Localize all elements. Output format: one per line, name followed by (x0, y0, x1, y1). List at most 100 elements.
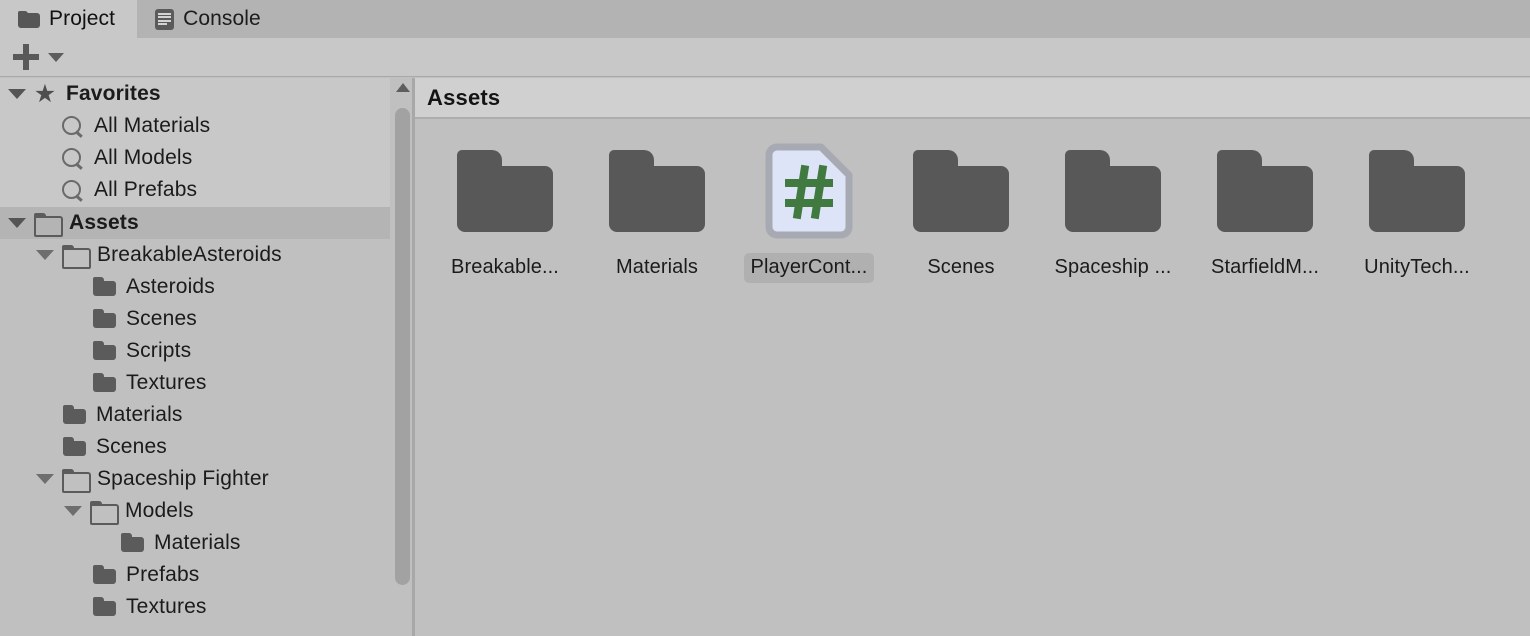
folder-icon (609, 150, 705, 232)
asset-thumbnail (1367, 141, 1467, 241)
search-icon (60, 114, 86, 138)
asset-item-breakableasteroids[interactable]: Breakable... (429, 141, 581, 283)
sidebar-item-label: Textures (126, 371, 207, 394)
asset-grid: Breakable... Materials PlayerCont... Sce… (415, 119, 1530, 283)
sidebar-item-all-models[interactable]: All Models (0, 142, 390, 174)
sidebar-item-label: Prefabs (126, 563, 200, 586)
asset-label: Breakable... (451, 256, 559, 278)
sidebar-item-label: Materials (96, 403, 183, 426)
sidebar-item-all-materials[interactable]: All Materials (0, 110, 390, 142)
asset-label: Scenes (927, 256, 995, 278)
tree-scrollbar[interactable] (392, 78, 414, 636)
chevron-down-icon[interactable] (48, 52, 64, 62)
sidebar-item-label: All Models (94, 146, 193, 169)
asset-item-unitytechnologies[interactable]: UnityTech... (1341, 141, 1493, 283)
sidebar-item-asteroids[interactable]: Asteroids (0, 271, 390, 303)
triangle-down-icon[interactable] (64, 506, 82, 516)
folder-open-icon (33, 212, 63, 237)
project-toolbar (0, 38, 1530, 77)
sidebar-item-label: Asteroids (126, 275, 215, 298)
sidebar-item-all-prefabs[interactable]: All Prefabs (0, 174, 390, 206)
sidebar-item-favorites[interactable]: ★ Favorites (0, 78, 390, 110)
breadcrumb-assets[interactable]: Assets (427, 85, 500, 111)
csharp-script-icon (765, 143, 853, 239)
folder-closed-icon (92, 277, 118, 297)
folder-closed-icon (92, 373, 118, 393)
sidebar-item-breakable-scenes[interactable]: Scenes (0, 303, 390, 335)
triangle-down-icon[interactable] (36, 250, 54, 260)
sidebar-item-materials[interactable]: Materials (0, 399, 390, 431)
asset-item-spaceshipfighter[interactable]: Spaceship ... (1037, 141, 1189, 283)
folder-icon (18, 10, 40, 28)
asset-label: StarfieldM... (1211, 256, 1319, 278)
asset-item-starfieldmaker[interactable]: StarfieldM... (1189, 141, 1341, 283)
folder-open-icon (61, 468, 91, 493)
sidebar-item-label: Assets (69, 211, 139, 234)
asset-item-scenes[interactable]: Scenes (885, 141, 1037, 283)
sidebar-item-breakable-textures[interactable]: Textures (0, 367, 390, 399)
asset-thumbnail (911, 141, 1011, 241)
sidebar-item-models[interactable]: Models (0, 495, 390, 527)
tab-bar: Project Console (0, 0, 1530, 38)
console-icon (155, 8, 175, 30)
sidebar-item-label: Models (125, 499, 194, 522)
sidebar-item-label: Scenes (126, 307, 197, 330)
asset-thumbnail (759, 141, 859, 241)
folder-icon (1217, 150, 1313, 232)
asset-thumbnail (455, 141, 555, 241)
search-icon (60, 178, 86, 202)
sidebar-item-label: All Materials (94, 114, 211, 137)
triangle-down-icon[interactable] (8, 218, 26, 228)
sidebar-item-label: Spaceship Fighter (97, 467, 269, 490)
triangle-down-icon[interactable] (36, 474, 54, 484)
sidebar-item-label: All Prefabs (94, 178, 198, 201)
folder-open-icon (61, 244, 91, 269)
asset-label: PlayerCont... (743, 253, 875, 283)
folder-icon (1065, 150, 1161, 232)
sidebar-item-spaceship-textures[interactable]: Textures (0, 591, 390, 623)
scrollbar-thumb[interactable] (395, 108, 410, 585)
folder-icon (913, 150, 1009, 232)
sidebar-item-models-materials[interactable]: Materials (0, 527, 390, 559)
tab-project-label: Project (49, 7, 116, 30)
folder-closed-icon (62, 405, 88, 425)
asset-label: UnityTech... (1364, 256, 1470, 278)
breadcrumb: Assets (415, 78, 1530, 119)
sidebar-item-scenes[interactable]: Scenes (0, 431, 390, 463)
assets-group: Assets BreakableAsteroids Asteroids Scen… (0, 207, 390, 623)
folder-icon (457, 150, 553, 232)
sidebar-item-breakableasteroids[interactable]: BreakableAsteroids (0, 239, 390, 271)
sidebar-item-assets[interactable]: Assets (0, 207, 390, 239)
tab-project[interactable]: Project (0, 0, 138, 38)
sidebar-item-prefabs[interactable]: Prefabs (0, 559, 390, 591)
triangle-down-icon[interactable] (8, 89, 26, 99)
unity-project-window: Project Console ★ Favorites All Material… (0, 0, 1530, 636)
sidebar-item-scripts[interactable]: Scripts (0, 335, 390, 367)
sidebar-item-label: Textures (126, 595, 207, 618)
asset-browser-pane: Assets Breakable... Materials PlayerCont… (415, 78, 1530, 636)
folder-open-icon (89, 500, 119, 525)
sidebar-item-label: Scenes (96, 435, 167, 458)
asset-thumbnail (1215, 141, 1315, 241)
arrow-up-icon[interactable] (396, 83, 410, 92)
sidebar-item-label: Favorites (66, 82, 161, 105)
asset-label: Materials (615, 256, 699, 278)
folder-closed-icon (92, 597, 118, 617)
search-icon (60, 146, 86, 170)
tab-console[interactable]: Console (137, 0, 283, 38)
folder-closed-icon (120, 533, 146, 553)
sidebar-item-spaceship-fighter[interactable]: Spaceship Fighter (0, 463, 390, 495)
plus-icon[interactable] (13, 44, 39, 70)
asset-thumbnail (1063, 141, 1163, 241)
folder-closed-icon (62, 437, 88, 457)
favorites-group: ★ Favorites All Materials All Models All… (0, 78, 390, 207)
asset-label: Spaceship ... (1054, 256, 1172, 278)
folder-closed-icon (92, 309, 118, 329)
folder-icon (1369, 150, 1465, 232)
sidebar-item-label: Materials (154, 531, 241, 554)
asset-thumbnail (607, 141, 707, 241)
folder-tree-pane: ★ Favorites All Materials All Models All… (0, 78, 390, 636)
folder-closed-icon (92, 565, 118, 585)
asset-item-playercontroller[interactable]: PlayerCont... (733, 141, 885, 283)
asset-item-materials[interactable]: Materials (581, 141, 733, 283)
